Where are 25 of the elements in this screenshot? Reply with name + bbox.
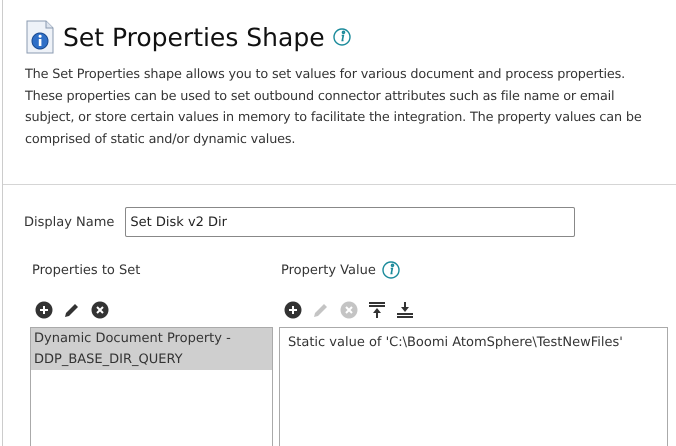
- pencil-icon: [63, 301, 81, 319]
- toolbar-button[interactable]: [63, 301, 81, 319]
- info-icon[interactable]: [382, 261, 400, 279]
- toolbar-button[interactable]: [284, 301, 302, 319]
- info-icon[interactable]: [332, 28, 351, 46]
- description-text: The Set Properties shape allows you to set values for various document and process properties. These properties can be used to set outbound connector attributes such as file name or email subject, or store certain values in memory to facilitate the integration. The property values can be comprised of static and/or dynamic values.: [25, 66, 643, 148]
- move-to-bottom-icon: [396, 301, 414, 319]
- toolbar-button[interactable]: [91, 301, 109, 319]
- add-icon: [284, 301, 302, 319]
- pencil-icon: [312, 301, 330, 319]
- move-to-top-icon: [368, 301, 386, 319]
- document-info-icon: [25, 20, 55, 54]
- list-item[interactable]: Dynamic Document Property - DDP_BASE_DIR_QUERY: [31, 328, 272, 370]
- toolbar-button[interactable]: [368, 301, 386, 319]
- toolbar-button[interactable]: [35, 301, 53, 319]
- display-name-label: Display Name: [24, 214, 114, 230]
- close-icon: [340, 301, 358, 319]
- page-title: Set Properties Shape: [63, 22, 325, 52]
- toolbar-button[interactable]: [396, 301, 414, 319]
- close-icon: [91, 301, 109, 319]
- panel-label: Properties to Set: [32, 262, 140, 278]
- display-name-field[interactable]: Set Disk v2 Dir: [125, 207, 576, 237]
- add-icon: [35, 301, 53, 319]
- list-item[interactable]: Static value of 'C:\Boomi AtomSphere\TestNewFiles': [280, 328, 667, 357]
- panel-label: Property Value: [281, 262, 376, 278]
